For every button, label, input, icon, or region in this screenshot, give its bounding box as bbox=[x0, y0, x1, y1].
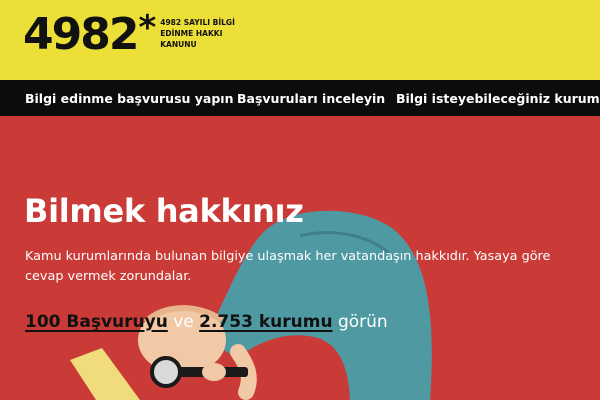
site-header: 4982 * 4982 SAYILI BİLGİ EDİNME HAKKI KA… bbox=[0, 0, 600, 80]
hero-title: Bilmek hakkınız bbox=[24, 192, 304, 230]
nav-item-agencies[interactable]: Bilgi isteyebileceğiniz kurumlar bbox=[396, 91, 600, 106]
nav-item-apply[interactable]: Bilgi edinme başvurusu yapın bbox=[25, 91, 233, 106]
hero-section: Bilmek hakkınız Kamu kurumlarında buluna… bbox=[0, 116, 600, 400]
logo-asterisk: * bbox=[138, 8, 157, 48]
agencies-link[interactable]: 2.753 kurumu bbox=[199, 312, 332, 332]
nav-item-browse-requests[interactable]: Başvuruları inceleyin bbox=[237, 91, 385, 106]
requests-link[interactable]: 100 Başvuruyu bbox=[25, 312, 168, 332]
hero-description: Kamu kurumlarında bulunan bilgiye ulaşma… bbox=[25, 249, 551, 284]
main-navigation: Bilgi edinme başvurusu yapın Başvuruları… bbox=[0, 80, 600, 116]
stats-line: 100 Başvuruyu ve 2.753 kurumu görün bbox=[25, 312, 388, 332]
site-logo[interactable]: 4982 * 4982 SAYILI BİLGİ EDİNME HAKKI KA… bbox=[23, 9, 255, 61]
stats-connector: ve bbox=[167, 312, 200, 332]
logo-subtitle: 4982 SAYILI BİLGİ EDİNME HAKKI KANUNU bbox=[160, 18, 235, 49]
stats-suffix: görün bbox=[332, 312, 388, 332]
logo-number: 4982 bbox=[23, 9, 139, 60]
